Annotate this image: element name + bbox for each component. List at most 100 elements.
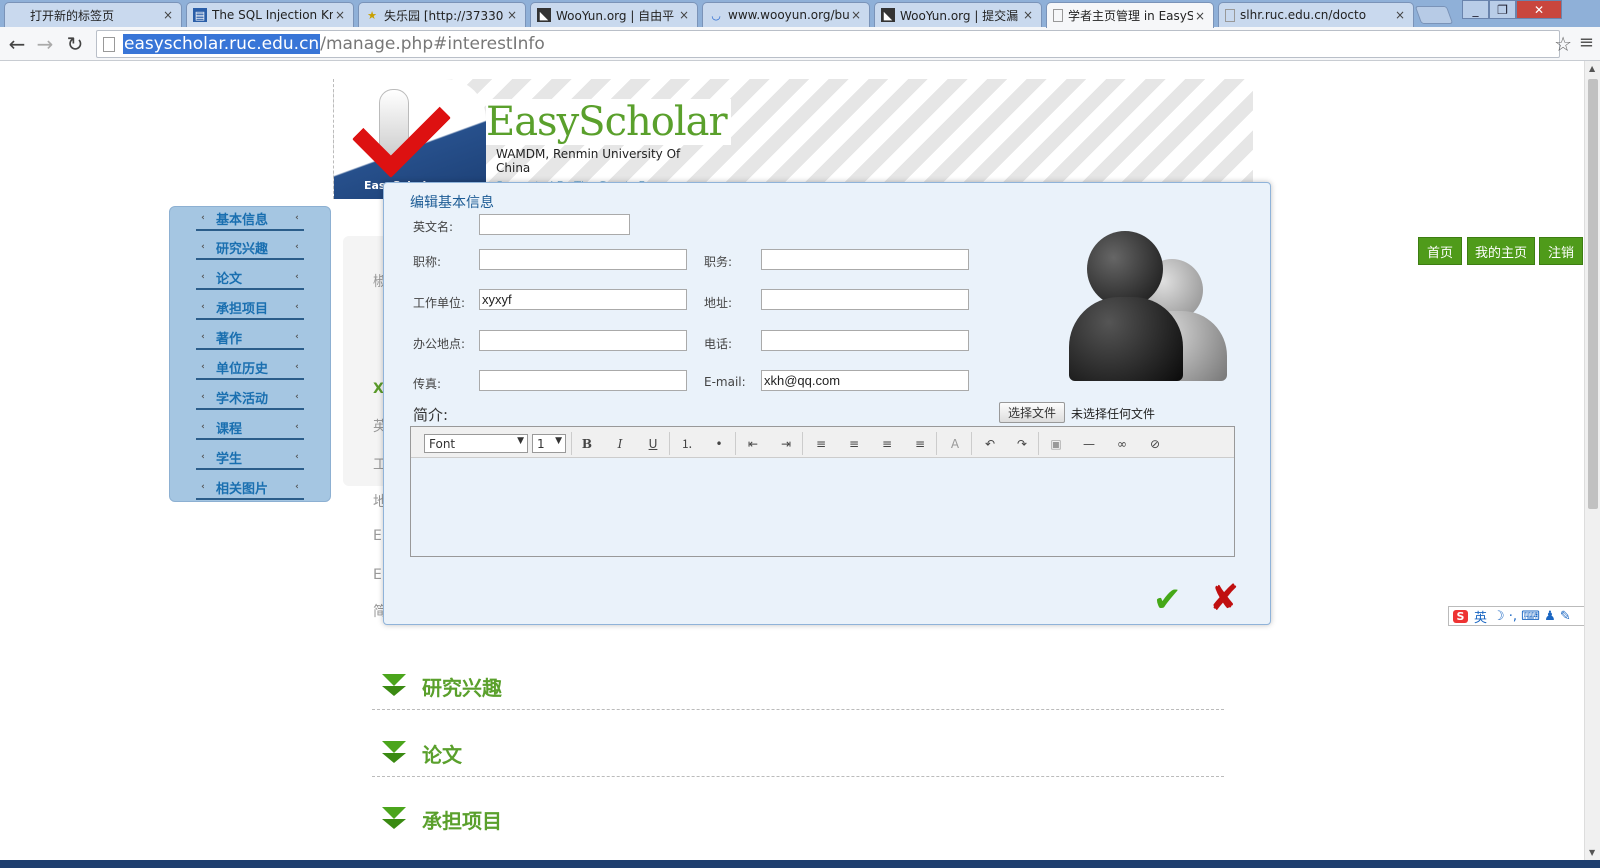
- english-name-label: 英文名:: [413, 220, 454, 234]
- sidebar-item-label: 研究兴趣: [216, 241, 269, 257]
- wooyun-icon: ◣: [537, 8, 551, 22]
- ordered-list-button[interactable]: ⒈: [677, 434, 697, 453]
- section-papers[interactable]: 论文: [372, 733, 1224, 777]
- title-label: 职称:: [413, 255, 442, 269]
- maximize-button[interactable]: ❐: [1489, 0, 1516, 19]
- chevron-left-icon: ‹: [295, 302, 299, 312]
- back-button[interactable]: ←: [4, 31, 30, 57]
- underline-button[interactable]: U: [643, 434, 663, 453]
- horizontal-rule-button[interactable]: —: [1079, 434, 1099, 453]
- outdent-button[interactable]: ⇤: [743, 434, 763, 453]
- section-projects[interactable]: 承担项目: [372, 799, 1224, 843]
- close-icon[interactable]: ×: [849, 8, 863, 22]
- unordered-list-button[interactable]: •: [709, 434, 729, 453]
- work-unit-input[interactable]: [479, 289, 687, 310]
- office-input[interactable]: [479, 330, 687, 351]
- align-left-button[interactable]: ≡: [811, 434, 831, 453]
- chevron-left-icon: ‹: [295, 242, 299, 252]
- toolbar-divider: [971, 432, 972, 455]
- my-home-button[interactable]: 我的主页: [1467, 237, 1535, 265]
- font-select[interactable]: Font ▼: [424, 434, 528, 453]
- close-window-button[interactable]: ✕: [1516, 0, 1562, 19]
- home-button[interactable]: 首页: [1418, 237, 1462, 265]
- edit-basic-info-dialog: 编辑基本信息 英文名: 职称: 职务: 工作单位: 地址: 办公地点: 电话: …: [383, 182, 1271, 625]
- close-icon[interactable]: ×: [333, 8, 347, 22]
- expand-arrow-icon: [382, 819, 406, 829]
- sidebar-item-label: 课程: [216, 421, 243, 437]
- browser-tab[interactable]: ◡ www.wooyun.org/bu ×: [702, 2, 870, 27]
- sidebar-item-activities[interactable]: ‹ 学术活动 ‹: [196, 386, 304, 410]
- address-bar[interactable]: easyscholar.ruc.edu.cn /manage.php#inter…: [96, 30, 1560, 58]
- sidebar-item-projects[interactable]: ‹ 承担项目 ‹: [196, 296, 304, 320]
- browser-tab[interactable]: 打开新的标签页 ×: [4, 2, 182, 27]
- close-icon[interactable]: ×: [505, 8, 519, 22]
- scroll-up-icon[interactable]: ▲: [1589, 64, 1595, 73]
- close-icon[interactable]: ×: [1193, 9, 1207, 23]
- background-text: E: [373, 528, 382, 544]
- chevron-left-icon: ‹: [295, 452, 299, 462]
- rich-text-editor[interactable]: Font ▼ 1 ▼ B I U ⒈ • ⇤ ⇥ ≡ ≡ ≡ ≡ A ↶ ↷ ▣…: [410, 426, 1235, 557]
- wooyun-icon: ◣: [881, 8, 895, 22]
- ime-mode[interactable]: 英: [1474, 607, 1487, 626]
- italic-button[interactable]: I: [610, 434, 630, 453]
- close-icon[interactable]: ×: [677, 8, 691, 22]
- close-icon[interactable]: ×: [161, 8, 175, 22]
- site-logo[interactable]: EasyScholar: [334, 79, 486, 199]
- sidebar-item-pictures[interactable]: ‹ 相关图片 ‹: [196, 476, 304, 500]
- confirm-check-button[interactable]: ✔: [1153, 583, 1182, 617]
- sidebar-item-students[interactable]: ‹ 学生 ‹: [196, 446, 304, 470]
- reload-button[interactable]: ↻: [62, 31, 88, 57]
- forward-button[interactable]: →: [32, 31, 58, 57]
- position-input[interactable]: [761, 249, 969, 270]
- choose-file-button[interactable]: 选择文件: [999, 402, 1066, 423]
- tab-label: 失乐园 [http://37330: [384, 8, 504, 23]
- browser-tab[interactable]: ★ 失乐园 [http://37330 ×: [358, 2, 526, 27]
- redo-button[interactable]: ↷: [1012, 434, 1032, 453]
- browser-tab[interactable]: ▤ The SQL Injection Kn ×: [186, 2, 354, 27]
- sidebar-item-basic-info[interactable]: ‹ 基本信息 ‹: [196, 207, 304, 231]
- unlink-button[interactable]: ⊘: [1145, 434, 1165, 453]
- align-right-button[interactable]: ≡: [877, 434, 897, 453]
- browser-tab[interactable]: ◣ WooYun.org | 自由平 ×: [530, 2, 698, 27]
- ime-toolbar[interactable]: S 英 ☽ ·, ⌨ ♟ ✎: [1448, 606, 1584, 626]
- fax-input[interactable]: [479, 370, 687, 391]
- phone-input[interactable]: [761, 330, 969, 351]
- sidebar-item-books[interactable]: ‹ 著作 ‹: [196, 326, 304, 350]
- justify-button[interactable]: ≡: [910, 434, 930, 453]
- address-input[interactable]: [761, 289, 969, 310]
- close-icon[interactable]: ×: [1021, 8, 1035, 22]
- english-name-input[interactable]: [479, 214, 630, 235]
- bookmark-star-icon[interactable]: ☆: [1554, 32, 1572, 56]
- bold-button[interactable]: B: [577, 434, 597, 453]
- scrollbar-thumb[interactable]: [1588, 79, 1598, 509]
- menu-icon[interactable]: ≡: [1579, 32, 1594, 53]
- email-input[interactable]: [761, 370, 969, 391]
- insert-image-button[interactable]: ▣: [1046, 434, 1066, 453]
- new-tab-button[interactable]: [1414, 6, 1454, 24]
- browser-tab-active[interactable]: 学者主页管理 in EasyS ×: [1046, 2, 1214, 28]
- toolbar-divider: [1038, 432, 1039, 455]
- browser-tab[interactable]: slhr.ruc.edu.cn/docto ×: [1218, 2, 1414, 27]
- minimize-button[interactable]: _: [1462, 0, 1489, 19]
- link-button[interactable]: ∞: [1112, 434, 1132, 453]
- align-center-button[interactable]: ≡: [844, 434, 864, 453]
- scroll-down-icon[interactable]: ▼: [1589, 848, 1595, 857]
- sidebar-item-courses[interactable]: ‹ 课程 ‹: [196, 416, 304, 440]
- undo-button[interactable]: ↶: [980, 434, 1000, 453]
- sidebar-item-interests[interactable]: ‹ 研究兴趣 ‹: [196, 236, 304, 260]
- sidebar-item-unit-history[interactable]: ‹ 单位历史 ‹: [196, 356, 304, 380]
- chevron-left-icon: ‹: [201, 213, 205, 223]
- indent-button[interactable]: ⇥: [776, 434, 796, 453]
- section-interests[interactable]: 研究兴趣: [372, 666, 1224, 710]
- size-select[interactable]: 1 ▼: [532, 434, 566, 453]
- cancel-x-button[interactable]: ✘: [1209, 581, 1239, 617]
- sidebar-item-papers[interactable]: ‹ 论文 ‹: [196, 266, 304, 290]
- browser-tab[interactable]: ◣ WooYun.org | 提交漏 ×: [874, 2, 1042, 27]
- title-input[interactable]: [479, 249, 687, 270]
- tab-label: www.wooyun.org/bu: [728, 8, 849, 22]
- page-scrollbar[interactable]: ▲ ▼: [1584, 61, 1600, 860]
- remove-format-button[interactable]: A: [945, 434, 965, 453]
- logout-button[interactable]: 注销: [1539, 237, 1583, 265]
- avatar-body-front: [1069, 297, 1183, 381]
- close-icon[interactable]: ×: [1393, 8, 1407, 22]
